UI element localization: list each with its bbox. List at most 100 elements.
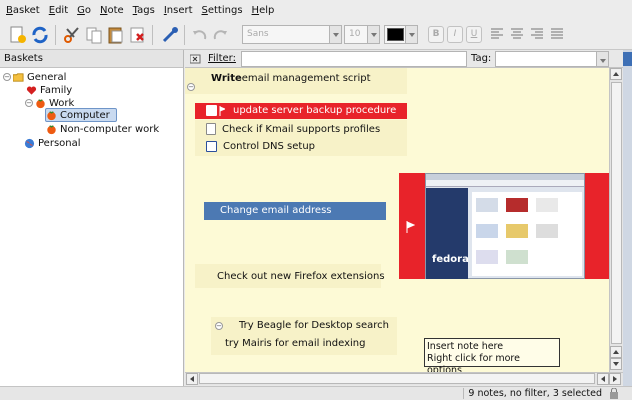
sync-icon	[32, 26, 48, 44]
scroll-down-icon[interactable]	[610, 358, 622, 370]
paste-button[interactable]	[106, 25, 126, 45]
note-text: Control DNS setup	[223, 141, 316, 152]
group-collapse-icon[interactable]: −	[187, 83, 195, 91]
image-note[interactable]: fedora	[399, 173, 609, 279]
scrollbar-thumb[interactable]	[199, 373, 595, 384]
chevron-down-icon	[405, 26, 417, 43]
menu-edit[interactable]: Edit	[49, 5, 68, 16]
note-backup[interactable]: update server backup procedure	[206, 105, 396, 116]
note-text: Try Beagle for Desktop search	[239, 320, 390, 331]
clipboard-icon	[108, 27, 123, 44]
menu-tags[interactable]: Tags	[133, 5, 155, 16]
menu-settings[interactable]: Settings	[202, 5, 243, 16]
scroll-up-icon[interactable]	[610, 68, 622, 80]
tree-item-computer[interactable]: Computer	[45, 108, 117, 122]
flag-icon	[219, 105, 225, 116]
filter-label: Filter:	[208, 53, 236, 64]
note-bold-text: Write	[211, 73, 242, 84]
scroll-up-icon[interactable]	[610, 346, 622, 358]
filter-bar: Filter: Tag:	[185, 50, 632, 68]
tree-item-family[interactable]: Family	[26, 83, 72, 97]
menu-note[interactable]: Note	[100, 5, 124, 16]
copy-icon	[86, 27, 102, 44]
align-right-icon[interactable]	[531, 28, 543, 40]
collapse-icon[interactable]: −	[25, 99, 33, 107]
note-kmail[interactable]: Check if Kmail supports profiles	[206, 123, 380, 135]
font-size-value: 10	[349, 29, 361, 39]
insert-note-tooltip: Insert note here Right click for more op…	[424, 338, 560, 372]
checkbox[interactable]	[206, 105, 217, 116]
globe-icon	[24, 138, 35, 148]
copy-button[interactable]	[84, 25, 104, 45]
note-dns[interactable]: Control DNS setup	[206, 141, 315, 152]
filter-input[interactable]	[241, 51, 467, 67]
heart-icon	[26, 86, 37, 95]
tree-item-label: General	[27, 71, 67, 83]
tree-item-non-computer-work[interactable]: Non-computer work	[46, 122, 159, 136]
tree-item-label: Family	[40, 84, 73, 96]
horizontal-scrollbar[interactable]	[185, 372, 623, 385]
toolbar-separator	[152, 25, 153, 45]
tree-item-personal[interactable]: Personal	[24, 136, 81, 150]
tree-item-label: Personal	[38, 137, 81, 149]
clear-filter-icon[interactable]	[190, 54, 201, 64]
baskets-panel: Baskets − General Family − Work Computer…	[0, 50, 184, 386]
scroll-right-icon[interactable]	[609, 373, 621, 385]
checkbox[interactable]	[206, 141, 217, 152]
status-text: 9 notes, no filter, 3 selected	[463, 388, 602, 399]
note-email-address[interactable]: Change email address	[220, 205, 332, 216]
bold-button[interactable]: B	[428, 26, 444, 43]
menubar: Basket Edit Go Note Tags Insert Settings…	[0, 0, 632, 20]
toolbar-separator	[184, 25, 185, 45]
group-collapse-icon[interactable]: −	[215, 322, 223, 330]
tomato-icon	[47, 124, 56, 134]
delete-button[interactable]	[128, 25, 148, 45]
font-family-value: Sans	[247, 29, 269, 39]
new-note-button[interactable]	[8, 25, 28, 45]
font-family-select[interactable]: Sans	[242, 25, 342, 44]
folder-icon	[13, 72, 24, 82]
redo-button[interactable]	[210, 25, 230, 45]
tooltip-line: Insert note here	[427, 341, 504, 352]
scroll-left-icon[interactable]	[186, 373, 198, 385]
tool-icon	[162, 27, 178, 43]
text-color-select[interactable]	[384, 25, 418, 44]
scroll-left-icon[interactable]	[597, 373, 609, 385]
note-mairis[interactable]: try Mairis for email indexing	[225, 338, 365, 349]
align-justify-icon[interactable]	[551, 28, 563, 40]
tree-item-general[interactable]: − General	[3, 70, 66, 84]
collapse-icon[interactable]: −	[3, 73, 11, 81]
underline-button[interactable]: U	[466, 26, 482, 43]
chevron-down-icon	[329, 26, 341, 43]
undo-icon	[193, 30, 207, 40]
basket-canvas[interactable]: − Write email management script update s…	[185, 68, 609, 372]
undo-button[interactable]	[190, 25, 210, 45]
sync-button[interactable]	[30, 25, 50, 45]
italic-button[interactable]: I	[447, 26, 463, 43]
lock-icon	[610, 388, 618, 399]
chevron-down-icon	[596, 52, 608, 66]
scrollbar-thumb[interactable]	[611, 82, 622, 344]
note-beagle[interactable]: Try Beagle for Desktop search	[239, 320, 389, 331]
kde-panel-icon	[623, 52, 632, 66]
tree-item-label: Work	[49, 97, 75, 109]
note-text: try Mairis for email indexing	[225, 338, 366, 349]
menu-go[interactable]: Go	[77, 5, 91, 16]
toolbar-separator	[55, 25, 56, 45]
menu-help[interactable]: Help	[252, 5, 275, 16]
note-text: update server backup procedure	[233, 105, 397, 116]
scissors-icon	[64, 27, 79, 43]
font-size-select[interactable]: 10	[344, 25, 380, 44]
redo-icon	[213, 30, 227, 40]
note-firefox[interactable]: Check out new Firefox extensions	[217, 271, 385, 282]
align-center-icon[interactable]	[511, 28, 523, 40]
vertical-scrollbar[interactable]	[609, 68, 623, 372]
align-left-icon[interactable]	[491, 28, 503, 40]
menu-basket[interactable]: Basket	[6, 5, 40, 16]
note-write-script[interactable]: Write email management script	[211, 73, 371, 84]
tag-select[interactable]	[495, 51, 609, 67]
properties-button[interactable]	[160, 25, 180, 45]
menu-insert[interactable]: Insert	[164, 5, 193, 16]
tree-item-label: Non-computer work	[60, 123, 160, 135]
cut-button[interactable]	[62, 25, 82, 45]
